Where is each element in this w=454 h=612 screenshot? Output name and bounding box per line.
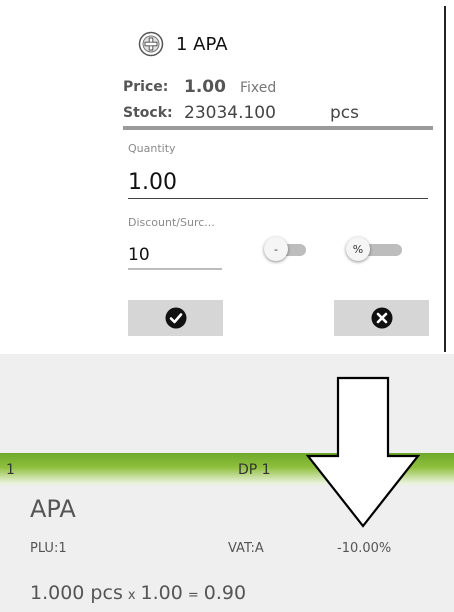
price-label: Price: [123, 79, 169, 95]
department-label: DP 1 [238, 462, 271, 478]
line-total: 0.90 [203, 582, 247, 604]
stock-value: 23034.100 [184, 103, 276, 123]
quantity-text: 1.000 pcs [30, 582, 123, 604]
discount-percent: -10.00% [337, 541, 392, 556]
equals-sign: = [187, 588, 199, 603]
unit-price: 1.00 [140, 582, 183, 604]
dialog-title: 1 APA [176, 33, 228, 55]
dialog-right-border [444, 6, 446, 352]
dialog-title-row: 1 APA [138, 28, 228, 60]
price-value: 1.00 [184, 77, 226, 97]
percent-toggle[interactable]: % [344, 237, 402, 263]
discount-caption: Discount/Surc... [128, 216, 215, 229]
vat-label: VAT:A [228, 541, 264, 556]
percent-toggle-thumb: % [346, 237, 370, 261]
divider [123, 126, 433, 130]
close-icon [371, 307, 392, 329]
quantity-input[interactable] [128, 166, 428, 199]
price-mode: Fixed [240, 80, 277, 96]
plus-circle-icon [138, 31, 164, 57]
sign-toggle-thumb: - [264, 237, 288, 261]
checkmark-icon [165, 307, 186, 329]
sign-toggle[interactable]: - [262, 237, 306, 263]
item-name[interactable]: APA [30, 495, 76, 523]
stock-label: Stock: [123, 105, 173, 121]
times-sign: x [127, 588, 136, 603]
line-calculation: 1.000 pcs x 1.00 = 0.90 [30, 582, 246, 604]
line-number: 1 [6, 462, 15, 478]
stock-unit: pcs [330, 103, 359, 123]
quantity-caption: Quantity [128, 142, 176, 155]
confirm-button[interactable] [128, 300, 223, 336]
down-arrow-icon [306, 376, 420, 528]
discount-input[interactable] [128, 242, 222, 270]
cancel-button[interactable] [334, 300, 429, 336]
plu-label: PLU:1 [30, 541, 67, 556]
